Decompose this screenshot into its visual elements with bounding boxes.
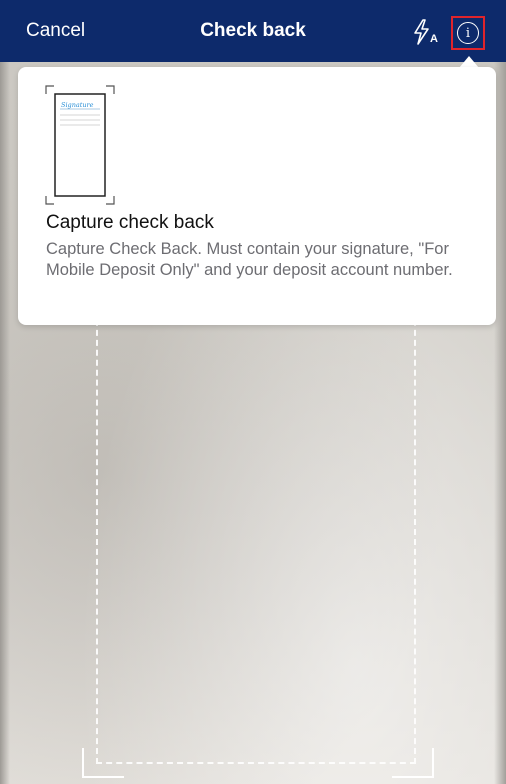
guide-corner-bottom-left — [82, 748, 124, 778]
flash-auto-icon: A — [414, 19, 438, 45]
flash-auto-button[interactable]: A — [410, 19, 440, 45]
top-navigation-bar: Cancel Check back A i — [0, 0, 506, 62]
info-button[interactable]: i — [451, 16, 485, 50]
camera-edge-shadow-left — [0, 60, 10, 784]
illustration-signature-text: Signature — [61, 101, 94, 109]
check-back-illustration: Signature — [45, 85, 115, 205]
info-popover: Signature Capture check back Capture Che… — [18, 67, 496, 325]
check-guide-frame — [96, 300, 416, 764]
cancel-button[interactable]: Cancel — [26, 20, 85, 42]
popover-description: Capture Check Back. Must contain your si… — [46, 240, 453, 279]
info-icon: i — [457, 22, 479, 44]
guide-corner-bottom-right — [392, 748, 434, 778]
svg-text:A: A — [430, 33, 438, 45]
popover-title: Capture check back — [46, 212, 214, 233]
